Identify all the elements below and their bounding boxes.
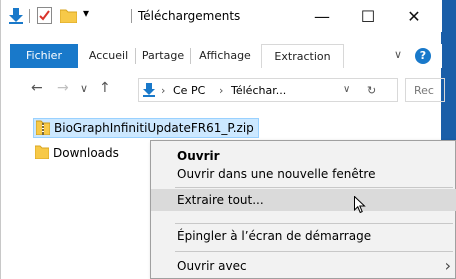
breadcrumb-chevron-icon[interactable]: › xyxy=(219,84,223,97)
breadcrumb-downloads[interactable]: Téléchar... xyxy=(231,84,286,97)
help-icon[interactable]: ? xyxy=(415,48,431,64)
file-name: Downloads xyxy=(53,146,119,160)
maximize-button[interactable]: ☐ xyxy=(345,0,391,32)
address-dropdown-icon[interactable]: ∨ xyxy=(343,84,350,95)
menu-item-open-new-window[interactable]: Ouvrir dans une nouvelle fenêtre xyxy=(151,163,456,185)
customize-toolbar-dropdown-icon[interactable]: ▾ xyxy=(83,6,89,20)
search-input[interactable]: Rec xyxy=(405,78,445,102)
file-item-zip[interactable]: BioGraphInfinitiUpdateFR61_P.zip xyxy=(33,118,259,138)
close-icon: ✕ xyxy=(407,6,421,26)
forward-arrow-icon[interactable]: → xyxy=(57,80,69,96)
maximize-icon: ☐ xyxy=(360,6,376,26)
recent-locations-chevron-icon[interactable]: ∨ xyxy=(80,82,88,95)
navigation-bar: ← → ∨ ↑ › Ce PC › Téléchar... ∨ ↻ Rec xyxy=(1,78,445,102)
ribbon-tabs: Fichier Accueil Partage Affichage Extrac… xyxy=(1,44,442,68)
close-button[interactable]: ✕ xyxy=(391,0,437,32)
submenu-arrow-icon: › xyxy=(444,256,451,275)
menu-item-pin-to-start[interactable]: Épingler à l’écran de démarrage xyxy=(151,225,456,247)
minimize-icon: — xyxy=(314,6,330,26)
file-item-folder[interactable]: Downloads xyxy=(33,143,123,163)
up-arrow-icon[interactable]: ↑ xyxy=(99,80,111,96)
download-arrow-icon xyxy=(9,8,23,27)
minimize-button[interactable]: — xyxy=(299,0,345,32)
window-title: Téléchargements xyxy=(138,9,241,23)
tab-extract[interactable]: Extraction xyxy=(261,44,344,68)
properties-check-icon[interactable] xyxy=(37,7,52,27)
menu-separator xyxy=(175,251,453,252)
context-menu: Ouvrir Ouvrir dans une nouvelle fenêtre … xyxy=(150,140,456,279)
breadcrumb-chevron-icon[interactable]: › xyxy=(161,84,165,97)
refresh-icon[interactable]: ↻ xyxy=(367,84,376,97)
menu-separator xyxy=(175,223,453,224)
title-separator xyxy=(131,9,132,23)
zip-folder-icon xyxy=(35,119,51,138)
download-location-icon xyxy=(143,83,155,100)
tab-home[interactable]: Accueil xyxy=(82,44,135,68)
address-bar[interactable]: › Ce PC › Téléchar... ∨ ↻ xyxy=(138,78,398,102)
title-bar: ▾ Téléchargements — ☐ ✕ xyxy=(1,0,442,32)
title-separator xyxy=(29,9,30,23)
mouse-cursor-icon xyxy=(354,195,366,217)
file-name: BioGraphInfinitiUpdateFR61_P.zip xyxy=(54,121,254,135)
back-arrow-icon[interactable]: ← xyxy=(31,80,43,96)
tab-share[interactable]: Partage xyxy=(136,44,190,68)
menu-separator xyxy=(175,187,453,188)
menu-item-extract-all[interactable]: Extraire tout... xyxy=(151,189,456,211)
menu-item-open-with[interactable]: Ouvrir avec › xyxy=(151,255,456,277)
folder-icon xyxy=(34,145,50,162)
tab-file[interactable]: Fichier xyxy=(10,44,78,68)
breadcrumb-this-pc[interactable]: Ce PC xyxy=(173,84,205,97)
new-folder-icon[interactable] xyxy=(59,8,78,26)
tab-view[interactable]: Affichage xyxy=(191,44,259,68)
expand-ribbon-chevron-icon[interactable]: ∨ xyxy=(394,48,402,61)
menu-item-label: Ouvrir avec xyxy=(177,259,247,273)
